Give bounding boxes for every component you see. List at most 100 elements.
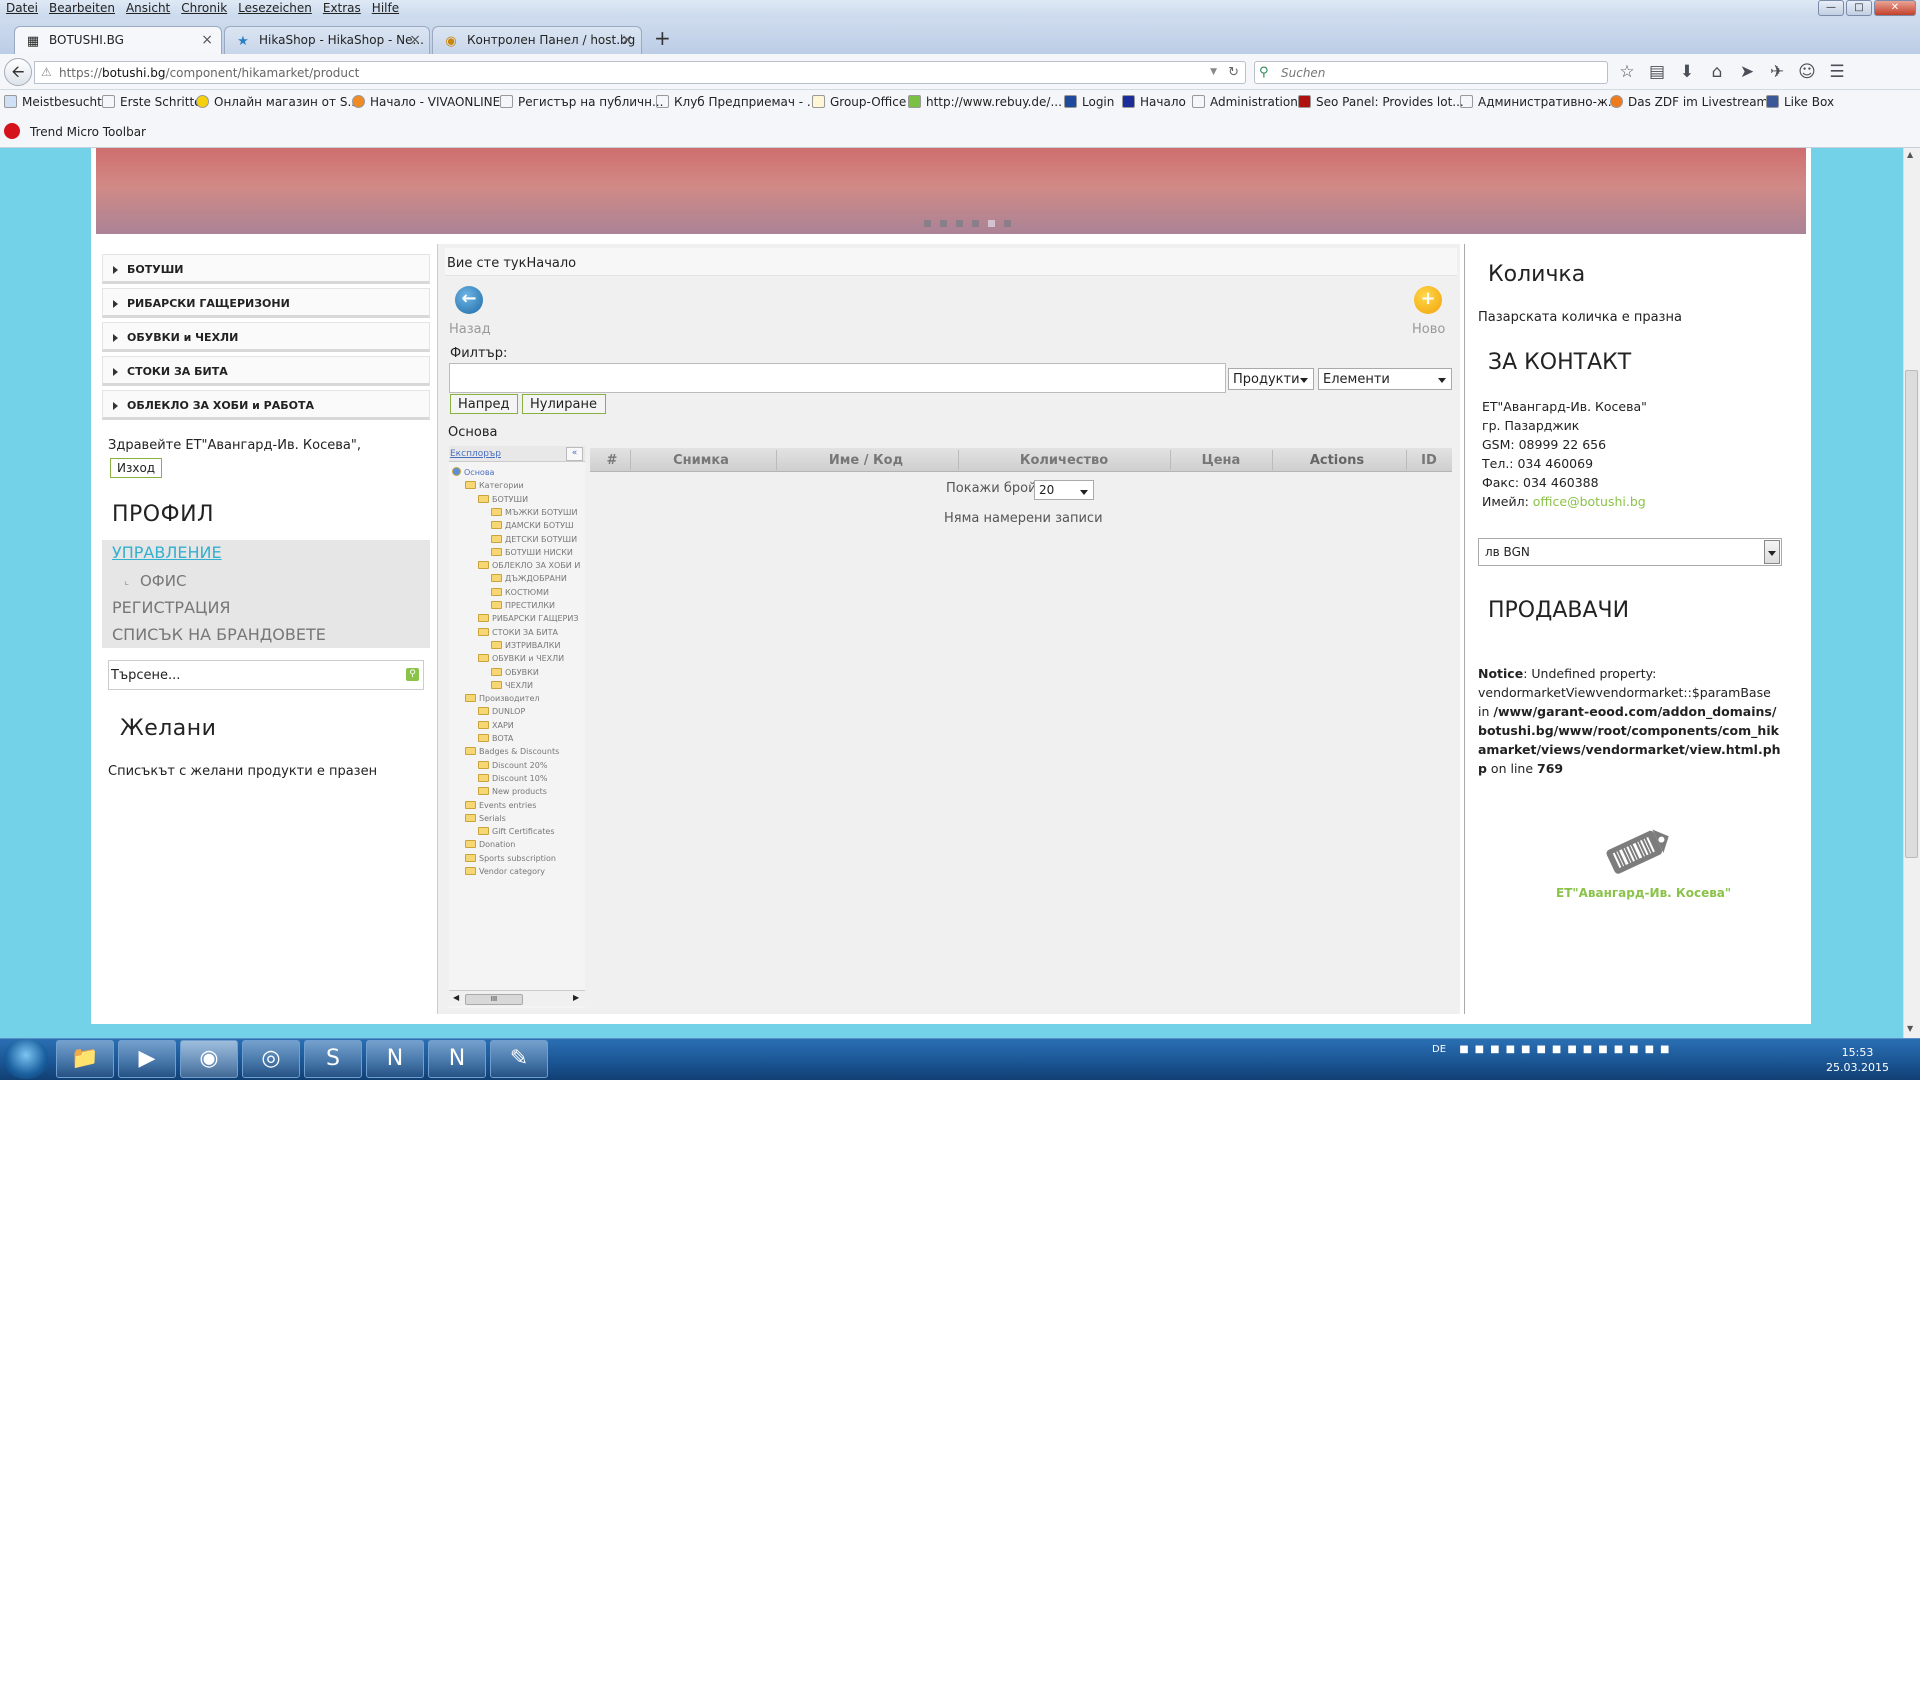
tree-node[interactable]: Discount 10% (478, 772, 547, 786)
new-label[interactable]: Ново (1412, 322, 1445, 337)
tree-node[interactable]: ХАРИ (478, 719, 514, 733)
menu-hamburger-icon[interactable]: ☰ (1822, 62, 1852, 82)
maximize-button[interactable]: □ (1846, 0, 1872, 16)
slide-dot[interactable] (940, 220, 947, 227)
category-menu-item[interactable]: РИБАРСКИ ГАЩЕРИЗОНИ (102, 288, 430, 318)
tree-node[interactable]: Vendor category (465, 865, 545, 879)
col-image[interactable]: Снимка (630, 453, 772, 468)
bookmarks-list-icon[interactable]: ▤ (1642, 62, 1672, 82)
register-link[interactable]: РЕГИСТРАЦИЯ (112, 598, 231, 617)
slide-dot[interactable] (924, 220, 931, 227)
send-icon[interactable]: ➤ (1732, 62, 1762, 82)
slide-dot[interactable] (972, 220, 979, 227)
tree-node[interactable]: ОБУВКИ и ЧЕХЛИ (478, 652, 564, 666)
col-price[interactable]: Цена (1170, 453, 1272, 468)
back-arrow-icon[interactable]: ← (455, 286, 483, 314)
tree-node[interactable]: ДЕТСКИ БОТУШИ (491, 533, 577, 547)
reset-button[interactable]: Нулиране (522, 394, 606, 414)
reload-icon[interactable]: ↻ (1228, 65, 1239, 80)
tree-node[interactable]: Gift Certificates (478, 825, 555, 839)
explorer-icon[interactable]: 📁 (56, 1040, 114, 1078)
go-button[interactable]: Напред (450, 394, 519, 414)
bookmark-item[interactable]: Like Box (1766, 95, 1834, 109)
brands-list-link[interactable]: СПИСЪК НА БРАНДОВЕТЕ (112, 625, 326, 644)
col-actions[interactable]: Actions (1272, 453, 1402, 468)
bookmark-item[interactable]: Регистър на публичн... (500, 95, 663, 109)
dropdown-arrow-icon[interactable]: ▼ (1210, 67, 1217, 77)
tree-node[interactable]: Discount 20% (478, 759, 547, 773)
tree-node[interactable]: СТОКИ ЗА БИТА (478, 626, 558, 640)
slide-dot-active[interactable] (988, 220, 995, 227)
back-label[interactable]: Назад (449, 322, 491, 337)
scroll-down-icon[interactable]: ▼ (1907, 1024, 1913, 1033)
bookmark-item[interactable]: Das ZDF im Livestream... (1610, 95, 1780, 109)
slide-dot[interactable] (1004, 220, 1011, 227)
menu-file[interactable]: Datei (0, 0, 43, 15)
scroll-left-icon[interactable]: ◀ (453, 993, 459, 1002)
tree-node[interactable]: Производител (465, 692, 539, 706)
tab-hikashop[interactable]: ★ HikaShop - HikaShop - Ne... × (224, 26, 430, 54)
tree-node[interactable]: ИЗТРИВАЛКИ (491, 639, 560, 653)
col-id[interactable]: ID (1406, 453, 1452, 468)
tree-node[interactable]: ОБЛЕКЛО ЗА ХОБИ И (478, 559, 580, 573)
category-menu-item[interactable]: СТОКИ ЗА БИТА (102, 356, 430, 386)
close-tab-icon[interactable]: × (201, 32, 213, 48)
menu-history[interactable]: Chronik (175, 0, 232, 15)
tree-node[interactable]: БОТУШИ НИСКИ (491, 546, 573, 560)
collapse-tree-icon[interactable]: « (566, 447, 583, 461)
tree-node[interactable]: КОСТЮМИ (491, 586, 549, 600)
menu-extras[interactable]: Extras (317, 0, 366, 15)
page-scroll-thumb[interactable] (1905, 370, 1918, 858)
col-name-code[interactable]: Име / Код (776, 453, 956, 468)
tree-node[interactable]: BOTA (478, 732, 513, 746)
category-menu-item[interactable]: ОБУВКИ и ЧЕХЛИ (102, 322, 430, 352)
tree-node[interactable]: Категории (465, 479, 524, 493)
tab-botushi[interactable]: ▦ BOTUSHI.BG × (14, 26, 222, 54)
download-icon[interactable]: ⬇ (1672, 62, 1702, 82)
close-tab-icon[interactable]: × (621, 32, 633, 48)
manage-link[interactable]: УПРАВЛЕНИЕ (112, 543, 222, 562)
chrome-icon[interactable]: ◎ (242, 1040, 300, 1078)
new-tab-button[interactable]: + (654, 26, 671, 50)
scroll-right-icon[interactable]: ▶ (573, 993, 579, 1002)
tree-node[interactable]: Основа (452, 466, 494, 480)
menu-view[interactable]: Ansicht (120, 0, 175, 15)
add-new-icon[interactable]: + (1414, 286, 1442, 314)
bookmark-item[interactable]: Seo Panel: Provides lot... (1298, 95, 1464, 109)
tray-icons[interactable]: ■■■■■■■■■■■■■■ (1459, 1044, 1675, 1055)
tree-node[interactable]: БОТУШИ (478, 493, 528, 507)
bookmark-item[interactable]: Meistbesucht (4, 95, 102, 109)
tree-node[interactable]: Badges & Discounts (465, 745, 559, 759)
currency-dropdown-icon[interactable] (1764, 540, 1780, 564)
search-engine-icon[interactable]: ⚲ (1259, 65, 1269, 80)
bookmark-item[interactable]: Login (1064, 95, 1114, 109)
bookmark-item[interactable]: Начало - VIVAONLINE (352, 95, 500, 109)
tree-scrollbar[interactable]: ◀ III ▶ (449, 990, 585, 1006)
category-menu-item[interactable]: БОТУШИ (102, 254, 430, 284)
onenote-clip-icon[interactable]: N (428, 1040, 486, 1078)
tree-node[interactable]: ОБУВКИ (491, 666, 539, 680)
tree-node[interactable]: Serials (465, 812, 506, 826)
tab-hostbg[interactable]: ◉ Контролен Панел / host.bg × (432, 26, 642, 54)
start-button[interactable] (4, 1039, 48, 1079)
bookmark-item[interactable]: Administration (1192, 95, 1298, 109)
col-quantity[interactable]: Количество (958, 453, 1170, 468)
tree-node[interactable]: Events entries (465, 799, 536, 813)
media-player-icon[interactable]: ▶ (118, 1040, 176, 1078)
trend-micro-label[interactable]: Trend Micro Toolbar (30, 125, 146, 139)
site-search-input[interactable]: Търсене... (108, 660, 424, 690)
close-window-button[interactable]: ✕ (1874, 0, 1916, 16)
skype-icon[interactable]: S (304, 1040, 362, 1078)
tree-node[interactable]: DUNLOP (478, 705, 525, 719)
menu-bookmarks[interactable]: Lesezeichen (232, 0, 317, 15)
bookmark-item[interactable]: Клуб Предприемач - ... (656, 95, 818, 109)
logout-button[interactable]: Изход (110, 458, 163, 478)
tree-node[interactable]: ПРЕСТИЛКИ (491, 599, 555, 613)
search-icon[interactable]: ⚲ (406, 668, 419, 681)
paint-icon[interactable]: ✎ (490, 1040, 548, 1078)
bookmark-star-icon[interactable]: ☆ (1612, 62, 1642, 82)
tree-node[interactable]: Donation (465, 838, 515, 852)
scroll-thumb[interactable]: III (465, 994, 523, 1005)
show-count-select[interactable]: 20 (1034, 480, 1094, 500)
currency-select[interactable]: лв BGN (1478, 538, 1782, 566)
